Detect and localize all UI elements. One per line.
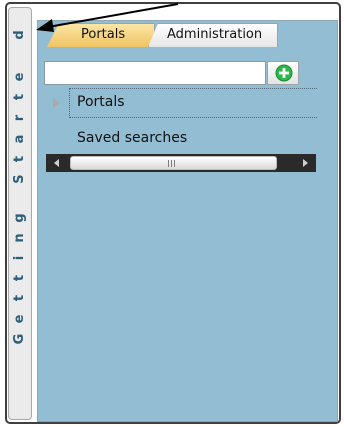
rail-letter: t [12, 294, 27, 302]
scroll-right-arrow-icon[interactable] [303, 159, 308, 167]
rail-letter: e [12, 72, 27, 82]
rail-letter: t [12, 93, 27, 101]
rail-letter: e [12, 314, 27, 324]
plus-circle-icon [275, 64, 293, 82]
triangle-right-icon[interactable] [53, 98, 60, 108]
grip-icon [168, 160, 177, 167]
rail-letter: r [12, 114, 27, 122]
rail-letter: G [12, 333, 27, 345]
rail-letter: a [12, 134, 27, 144]
rail-letter: g [12, 213, 27, 223]
saved-searches-label[interactable]: Saved searches [77, 130, 187, 146]
search-input[interactable] [44, 61, 266, 85]
tab-administration[interactable]: Administration [148, 23, 278, 47]
scrollbar-thumb[interactable] [70, 156, 277, 170]
rail-letter: t [12, 155, 27, 163]
scroll-left-arrow-icon[interactable] [54, 159, 59, 167]
tree-item-portals-label: Portals [77, 94, 125, 110]
add-button[interactable] [267, 61, 299, 85]
rail-letter: d [12, 30, 27, 40]
getting-started-rail[interactable]: d e t r a t S g n i t t e G [8, 7, 32, 420]
rail-letter [10, 184, 30, 206]
horizontal-scrollbar[interactable] [46, 154, 316, 172]
rail-letter: n [12, 233, 27, 243]
rail-letter: i [12, 255, 27, 261]
tab-portals[interactable]: Portals [47, 23, 155, 47]
rail-letter: t [12, 274, 27, 282]
